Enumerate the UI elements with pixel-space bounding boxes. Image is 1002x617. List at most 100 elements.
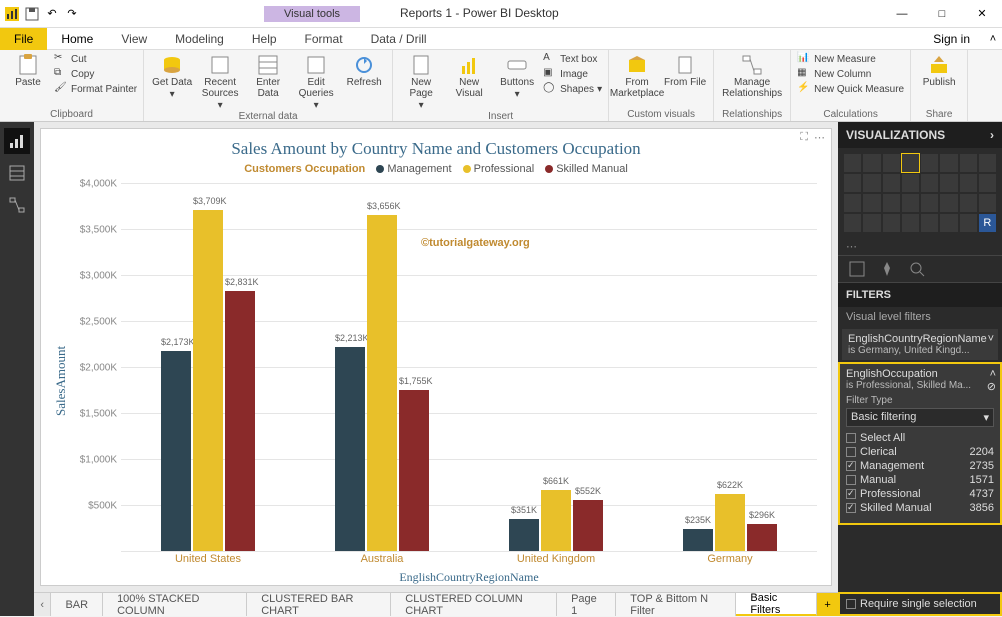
viz-type-icon[interactable] — [921, 174, 938, 192]
viz-more-icon[interactable]: ⋯ — [838, 238, 1002, 255]
visualizations-header[interactable]: VISUALIZATIONS› — [838, 122, 1002, 148]
more-options-icon[interactable]: ⋯ — [814, 131, 825, 144]
undo-icon[interactable]: ↶ — [44, 6, 60, 22]
bar-australia-skilled manual[interactable]: $1,755K — [399, 390, 429, 551]
recent-sources-button[interactable]: Recent Sources▾ — [198, 52, 242, 111]
viz-type-icon[interactable] — [844, 154, 861, 172]
sign-in-link[interactable]: Sign in — [919, 32, 984, 46]
enter-data-button[interactable]: Enter Data — [246, 52, 290, 99]
viz-type-icon[interactable] — [844, 194, 861, 212]
fields-well-icon[interactable] — [848, 260, 866, 278]
viz-type-icon[interactable] — [960, 174, 977, 192]
maximize-button[interactable]: □ — [922, 0, 962, 28]
viz-type-icon[interactable] — [883, 174, 900, 192]
viz-type-icon[interactable] — [921, 194, 938, 212]
tab-help[interactable]: Help — [238, 28, 291, 50]
tab-data-drill[interactable]: Data / Drill — [357, 28, 441, 50]
bar-germany-professional[interactable]: $622K — [715, 494, 745, 551]
new-measure-button[interactable]: 📊New Measure — [797, 52, 904, 66]
model-view-icon[interactable] — [4, 192, 30, 218]
page-tab-clustered-bar[interactable]: CLUSTERED BAR CHART — [247, 593, 391, 616]
viz-type-icon[interactable] — [902, 174, 919, 192]
edit-queries-button[interactable]: Edit Queries▾ — [294, 52, 338, 111]
new-quick-measure-button[interactable]: ⚡New Quick Measure — [797, 82, 904, 96]
chevron-down-icon[interactable]: ˅ — [988, 333, 994, 345]
tab-home[interactable]: Home — [47, 28, 107, 50]
viz-type-icon[interactable] — [979, 174, 996, 192]
page-tab-clustered-col[interactable]: CLUSTERED COLUMN CHART — [391, 593, 557, 616]
viz-type-icon[interactable] — [940, 214, 957, 232]
filter-card-occupation[interactable]: EnglishOccupation is Professional, Skill… — [840, 364, 1000, 523]
focus-mode-icon[interactable]: ⛶ — [800, 131, 808, 144]
viz-type-icon[interactable] — [940, 174, 957, 192]
page-tab-stacked[interactable]: 100% STACKED COLUMN — [103, 593, 247, 616]
viz-type-r-icon[interactable]: R — [979, 214, 996, 232]
new-page-button[interactable]: New Page▾ — [399, 52, 443, 111]
bar-united-states-skilled manual[interactable]: $2,831K — [225, 291, 255, 551]
viz-type-icon[interactable] — [921, 154, 938, 172]
report-canvas[interactable]: ⛶ ⋯ Sales Amount by Country Name and Cus… — [40, 128, 832, 586]
format-pane-icon[interactable] — [878, 260, 896, 278]
viz-type-icon[interactable] — [960, 214, 977, 232]
tab-file[interactable]: File — [0, 28, 47, 50]
tab-format[interactable]: Format — [291, 28, 357, 50]
buttons-button[interactable]: Buttons▾ — [495, 52, 539, 100]
new-column-button[interactable]: ▦New Column — [797, 67, 904, 81]
bar-germany-skilled manual[interactable]: $296K — [747, 524, 777, 551]
viz-type-icon[interactable] — [960, 194, 977, 212]
filter-card-country[interactable]: EnglishCountryRegionName is Germany, Uni… — [842, 329, 998, 360]
from-marketplace-button[interactable]: From Marketplace — [615, 52, 659, 99]
manage-relationships-button[interactable]: Manage Relationships — [720, 52, 784, 99]
bar-united-kingdom-management[interactable]: $351K — [509, 519, 539, 551]
ribbon-collapse-icon[interactable]: ˄ — [984, 33, 1002, 45]
save-icon[interactable] — [24, 6, 40, 22]
filter-option-skilled[interactable]: Skilled Manual3856 — [846, 501, 994, 515]
filter-option-professional[interactable]: Professional4737 — [846, 487, 994, 501]
minimize-button[interactable]: — — [882, 0, 922, 28]
clear-filter-icon[interactable]: ⊘ — [987, 380, 996, 393]
paste-button[interactable]: Paste — [6, 52, 50, 88]
bar-australia-professional[interactable]: $3,656K — [367, 215, 397, 551]
viz-type-icon[interactable] — [883, 154, 900, 172]
viz-type-icon[interactable] — [883, 194, 900, 212]
viz-type-icon[interactable] — [863, 194, 880, 212]
viz-type-icon[interactable] — [863, 214, 880, 232]
bar-germany-management[interactable]: $235K — [683, 529, 713, 551]
page-tab-topn[interactable]: TOP & Bittom N Filter — [616, 593, 736, 616]
bar-united-states-professional[interactable]: $3,709K — [193, 210, 223, 551]
viz-type-icon[interactable] — [883, 214, 900, 232]
tab-modeling[interactable]: Modeling — [161, 28, 238, 50]
publish-button[interactable]: Publish — [917, 52, 961, 88]
analytics-pane-icon[interactable] — [908, 260, 926, 278]
filter-type-select[interactable]: Basic filtering▾ — [846, 408, 994, 427]
viz-type-icon[interactable] — [863, 154, 880, 172]
page-tab-bar[interactable]: BAR — [51, 593, 103, 616]
filter-option-management[interactable]: Management2735 — [846, 459, 994, 473]
viz-type-icon[interactable] — [960, 154, 977, 172]
viz-type-icon[interactable] — [863, 174, 880, 192]
viz-type-icon[interactable] — [844, 174, 861, 192]
page-nav-prev[interactable]: ‹ — [34, 593, 51, 616]
image-button[interactable]: ▣Image — [543, 67, 602, 81]
viz-type-clustered-column[interactable] — [902, 154, 919, 172]
viz-type-icon[interactable] — [979, 154, 996, 172]
viz-type-icon[interactable] — [902, 214, 919, 232]
bar-united-kingdom-professional[interactable]: $661K — [541, 490, 571, 551]
shapes-button[interactable]: ◯Shapes ▾ — [543, 82, 602, 96]
cut-button[interactable]: ✂Cut — [54, 52, 137, 66]
redo-icon[interactable]: ↷ — [64, 6, 80, 22]
from-file-button[interactable]: From File — [663, 52, 707, 88]
viz-type-icon[interactable] — [921, 214, 938, 232]
filter-option-manual[interactable]: Manual1571 — [846, 473, 994, 487]
filter-option-select-all[interactable]: Select All — [846, 431, 994, 445]
textbox-button[interactable]: AText box — [543, 52, 602, 66]
copy-button[interactable]: ⧉Copy — [54, 67, 137, 81]
viz-type-icon[interactable] — [902, 194, 919, 212]
get-data-button[interactable]: Get Data▾ — [150, 52, 194, 100]
viz-type-icon[interactable] — [844, 214, 861, 232]
close-button[interactable]: ✕ — [962, 0, 1002, 28]
report-view-icon[interactable] — [4, 128, 30, 154]
viz-type-icon[interactable] — [940, 154, 957, 172]
bar-united-kingdom-skilled manual[interactable]: $552K — [573, 500, 603, 551]
require-single-selection[interactable]: Require single selection — [838, 592, 1002, 616]
